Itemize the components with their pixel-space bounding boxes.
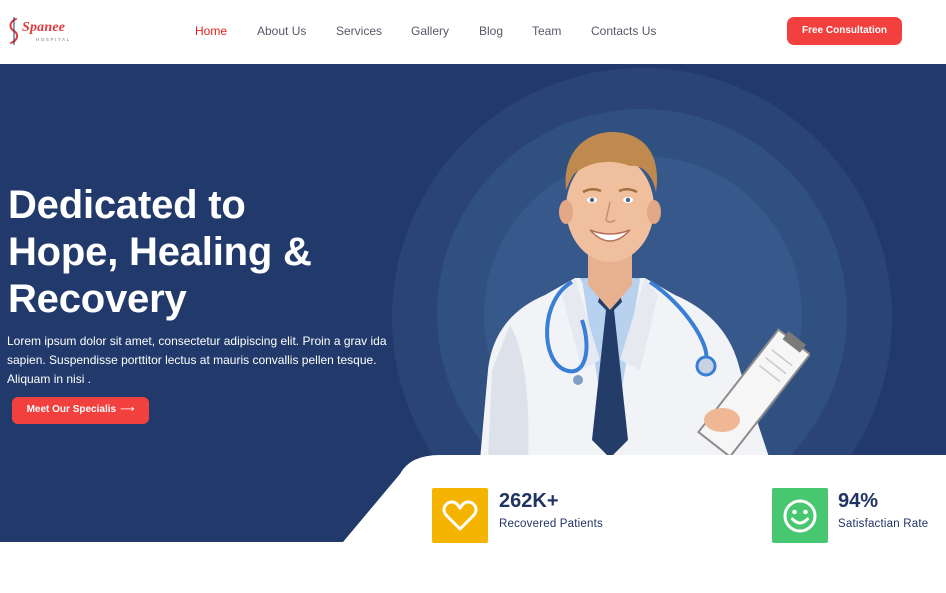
site-header: Spanee hospital Home About Us Services G…: [0, 0, 946, 64]
recovered-patients-value: 262K+: [499, 490, 559, 512]
meet-specialists-button[interactable]: Meet Our Specialis ⟶: [12, 397, 149, 424]
smile-icon: [783, 499, 817, 532]
nav-gallery[interactable]: Gallery: [411, 24, 449, 38]
arrow-right-icon: ⟶: [120, 404, 135, 415]
nav-team[interactable]: Team: [532, 24, 561, 38]
satisfaction-rate-badge: [772, 488, 828, 543]
free-consultation-button[interactable]: Free Consultation: [787, 17, 902, 45]
satisfaction-rate-value: 94%: [838, 490, 879, 512]
hero-title-line: Dedicated to: [8, 183, 246, 227]
nav-contacts-us[interactable]: Contacts Us: [591, 24, 656, 38]
recovered-patients-label: Recovered Patients: [499, 518, 603, 530]
hero-title-line: Hope, Healing &: [8, 230, 312, 274]
hero-title-line: Recovery: [8, 277, 187, 321]
nav-about-us[interactable]: About Us: [257, 24, 306, 38]
meet-specialists-label: Meet Our Specialis: [26, 404, 117, 415]
nav-home[interactable]: Home: [195, 24, 227, 38]
nav-services[interactable]: Services: [336, 24, 382, 38]
doctor-image: [480, 132, 810, 460]
satisfaction-rate-label: Satisfactian Rate: [838, 518, 929, 530]
nav-blog[interactable]: Blog: [479, 24, 503, 38]
recovered-patients-badge: [432, 488, 488, 543]
heart-icon: [442, 500, 478, 530]
hero-title: Dedicated to Hope, Healing & Recovery: [8, 182, 312, 323]
hero-description: Lorem ipsum dolor sit amet, consectetur …: [7, 334, 387, 386]
